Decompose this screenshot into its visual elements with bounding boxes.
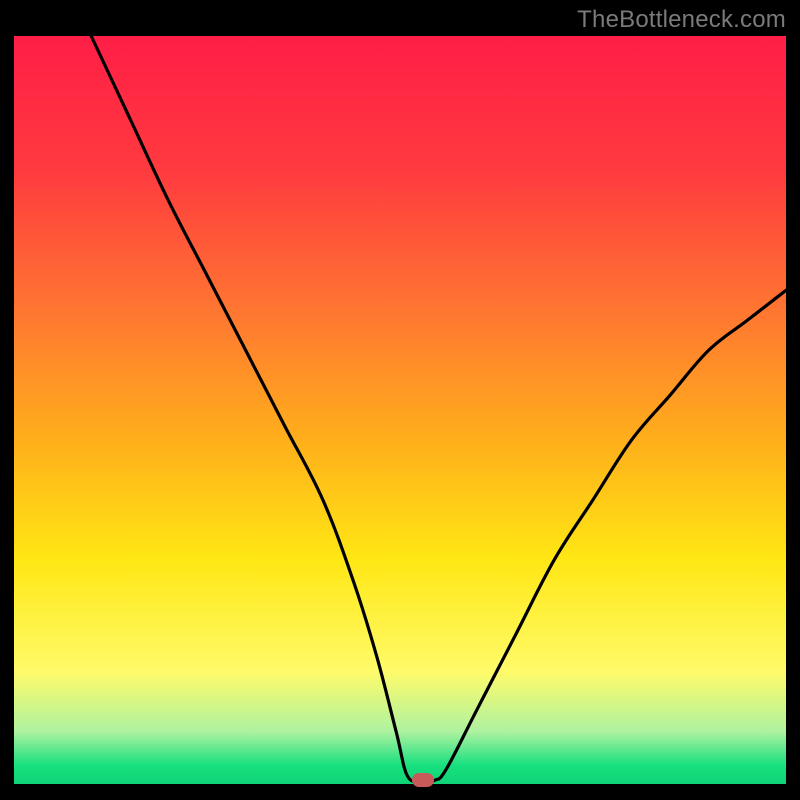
optimal-marker <box>412 773 434 787</box>
watermark-text: TheBottleneck.com <box>577 6 786 34</box>
plot-background <box>14 36 786 784</box>
chart-frame <box>14 36 786 784</box>
